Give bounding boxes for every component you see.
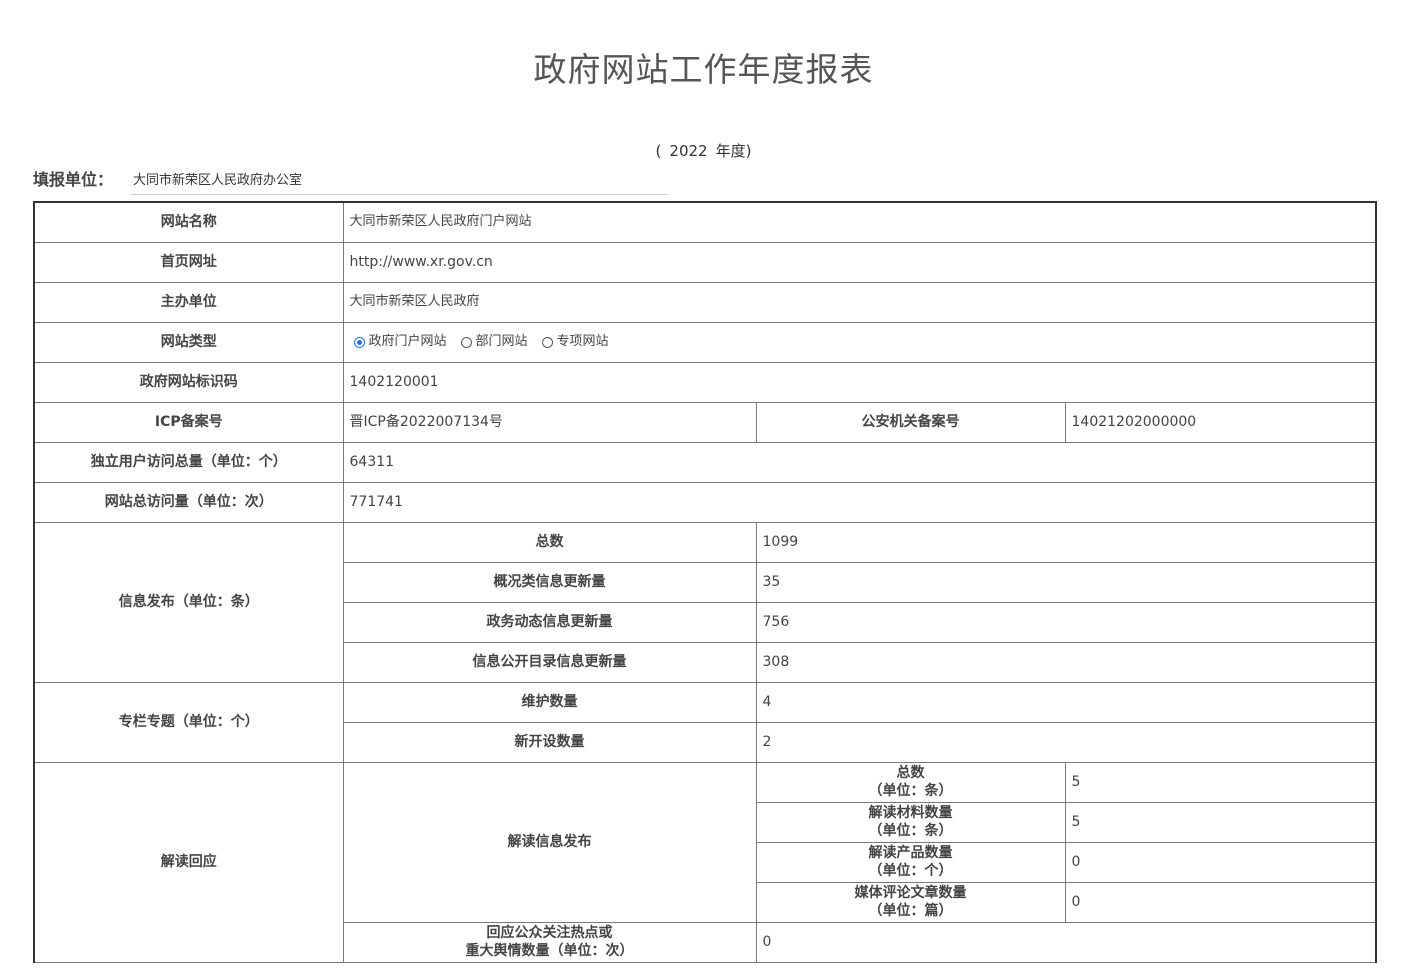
report-table: 网站名称 大同市新荣区人民政府门户网站 首页网址 http://www.xr.g… bbox=[33, 201, 1377, 963]
info-item-label: 信息公开目录信息更新量 bbox=[342, 641, 757, 683]
info-item-label: 政务动态信息更新量 bbox=[342, 601, 757, 643]
unique-visitors-value: 64311 bbox=[342, 441, 1377, 483]
interpret-item-label: 解读产品数量 （单位：个） bbox=[755, 841, 1066, 883]
hotspot-response-label-line2: 重大舆情数量（单位：次） bbox=[465, 943, 634, 959]
year-value: 2022 bbox=[669, 142, 708, 160]
info-item-label: 概况类信息更新量 bbox=[342, 561, 757, 603]
host-unit-label: 主办单位 bbox=[33, 281, 344, 323]
info-item-value: 35 bbox=[755, 561, 1377, 603]
home-url-label: 首页网址 bbox=[33, 241, 344, 283]
column-item-label: 新开设数量 bbox=[342, 721, 757, 763]
table-row: 网站名称 大同市新荣区人民政府门户网站 bbox=[33, 201, 1377, 243]
site-type-options: 政府门户网站 部门网站 专项网站 bbox=[342, 321, 1377, 363]
year-suffix: 年度) bbox=[715, 142, 752, 160]
radio-unchecked-icon bbox=[460, 336, 472, 348]
table-row: 网站总访问量（单位：次） 771741 bbox=[33, 481, 1377, 523]
interpret-item-label: 媒体评论文章数量 （单位：篇） bbox=[755, 881, 1066, 923]
interpret-publish-label: 解读信息发布 bbox=[342, 761, 757, 923]
column-topic-label: 专栏专题（单位：个） bbox=[33, 681, 344, 763]
info-item-value: 756 bbox=[755, 601, 1377, 643]
radio-unchecked-icon bbox=[541, 336, 553, 348]
hotspot-response-label: 回应公众关注热点或 重大舆情数量（单位：次） bbox=[342, 921, 757, 963]
site-name-value: 大同市新荣区人民政府门户网站 bbox=[342, 201, 1377, 243]
column-item-label: 维护数量 bbox=[342, 681, 757, 723]
icp-value: 晋ICP备2022007134号 bbox=[342, 401, 757, 443]
hotspot-response-label-line1: 回应公众关注热点或 bbox=[486, 925, 613, 941]
table-row: 主办单位 大同市新荣区人民政府 bbox=[33, 281, 1377, 323]
radio-checked-icon bbox=[353, 336, 365, 348]
interpret-item-label: 解读材料数量 （单位：条） bbox=[755, 801, 1066, 843]
site-id-label: 政府网站标识码 bbox=[33, 361, 344, 403]
interpret-item-label: 总数 （单位：条） bbox=[755, 761, 1066, 803]
police-record-label: 公安机关备案号 bbox=[755, 401, 1066, 443]
table-row: 政府网站标识码 1402120001 bbox=[33, 361, 1377, 403]
info-item-label: 总数 bbox=[342, 521, 757, 563]
interpret-item-label-line1: 总数 bbox=[896, 765, 925, 781]
total-visits-label: 网站总访问量（单位：次） bbox=[33, 481, 344, 523]
year-open: ( bbox=[655, 142, 662, 160]
info-item-value: 308 bbox=[755, 641, 1377, 683]
table-row: 独立用户访问总量（单位：个） 64311 bbox=[33, 441, 1377, 483]
info-publish-label: 信息发布（单位：条） bbox=[33, 521, 344, 683]
reporting-unit-row: 填报单位： 大同市新荣区人民政府办公室 bbox=[33, 168, 673, 196]
site-id-value: 1402120001 bbox=[342, 361, 1377, 403]
site-type-radio-special[interactable]: 专项网站 bbox=[538, 333, 609, 351]
site-type-radio-department[interactable]: 部门网站 bbox=[457, 333, 528, 351]
radio-label: 专项网站 bbox=[556, 334, 609, 349]
reporting-unit-field[interactable]: 大同市新荣区人民政府办公室 bbox=[131, 170, 668, 195]
radio-label: 部门网站 bbox=[475, 334, 528, 349]
interpret-item-label-line2: （单位：条） bbox=[868, 783, 953, 799]
table-row: 解读回应 解读信息发布 总数 （单位：条） 5 bbox=[33, 761, 1377, 963]
reporting-unit-label: 填报单位： bbox=[33, 170, 114, 189]
table-row: 专栏专题（单位：个） 维护数量 4 bbox=[33, 681, 1377, 763]
site-name-label: 网站名称 bbox=[33, 201, 344, 243]
interpret-item-label-line2: （单位：个） bbox=[868, 863, 953, 879]
total-visits-value: 771741 bbox=[342, 481, 1377, 523]
police-record-value: 14021202000000 bbox=[1064, 401, 1377, 443]
table-row: 信息发布（单位：条） 总数 1099 bbox=[33, 521, 1377, 683]
page-title: 政府网站工作年度报表 bbox=[533, 50, 874, 89]
interpret-item-label-line2: （单位：篇） bbox=[868, 903, 953, 919]
interpret-item-label-line1: 解读产品数量 bbox=[868, 845, 953, 861]
interpret-item-value: 5 bbox=[1064, 761, 1377, 803]
interpret-response-label: 解读回应 bbox=[33, 761, 344, 963]
interpret-item-label-line1: 媒体评论文章数量 bbox=[854, 885, 967, 901]
interpret-item-value: 5 bbox=[1064, 801, 1377, 843]
home-url-value: http://www.xr.gov.cn bbox=[342, 241, 1377, 283]
host-unit-value: 大同市新荣区人民政府 bbox=[342, 281, 1377, 323]
table-row: 首页网址 http://www.xr.gov.cn bbox=[33, 241, 1377, 283]
unique-visitors-label: 独立用户访问总量（单位：个） bbox=[33, 441, 344, 483]
radio-label: 政府门户网站 bbox=[368, 334, 447, 349]
interpret-item-label-line2: （单位：条） bbox=[868, 823, 953, 839]
column-item-value: 4 bbox=[755, 681, 1377, 723]
site-type-radio-portal[interactable]: 政府门户网站 bbox=[350, 333, 447, 351]
icp-label: ICP备案号 bbox=[33, 401, 344, 443]
interpret-item-label-line1: 解读材料数量 bbox=[868, 805, 953, 821]
info-item-value: 1099 bbox=[755, 521, 1377, 563]
column-item-value: 2 bbox=[755, 721, 1377, 763]
report-year: (2022 年度) bbox=[0, 140, 1407, 162]
table-row: ICP备案号 晋ICP备2022007134号 公安机关备案号 14021202… bbox=[33, 401, 1377, 443]
site-type-label: 网站类型 bbox=[33, 321, 344, 363]
interpret-item-value: 0 bbox=[1064, 841, 1377, 883]
table-row: 网站类型 政府门户网站 部门网站 专项网站 bbox=[33, 321, 1377, 363]
interpret-item-value: 0 bbox=[1064, 881, 1377, 923]
hotspot-response-value: 0 bbox=[755, 921, 1377, 963]
